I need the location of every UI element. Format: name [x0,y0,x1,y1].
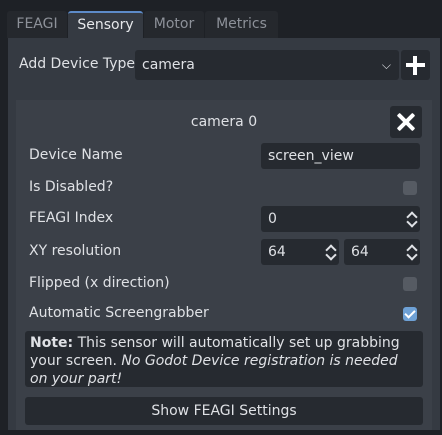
y-resolution-value: 64 [351,244,369,260]
note-bold-label: Note: [30,335,74,351]
sensory-panel: Add Device Type camera ⌵ camera 0 Device… [8,38,440,430]
spin-arrows-icon[interactable] [407,210,417,228]
add-device-button[interactable] [401,50,430,80]
remove-device-button[interactable] [390,106,422,138]
tab-feagi[interactable]: FEAGI [7,11,67,38]
is-disabled-label: Is Disabled? [29,179,114,195]
device-type-select[interactable]: camera ⌵ [135,50,399,80]
chevron-down-icon: ⌵ [381,58,391,72]
flipped-label: Flipped (x direction) [29,275,170,291]
feagi-index-stepper[interactable]: 0 [261,206,420,232]
add-device-type-label: Add Device Type [19,56,136,72]
xy-resolution-label: XY resolution [29,243,122,259]
device-name-field[interactable]: screen_view [261,143,420,169]
flipped-checkbox[interactable] [403,277,417,291]
tab-bar: FEAGI Sensory Motor Metrics [0,0,442,38]
tab-sensory[interactable]: Sensory [68,11,143,38]
auto-screengrabber-checkbox[interactable] [403,307,417,321]
show-feagi-settings-button[interactable]: Show FEAGI Settings [25,397,423,425]
spin-arrows-icon[interactable] [326,243,336,261]
feagi-index-label: FEAGI Index [29,210,114,226]
x-resolution-stepper[interactable]: 64 [261,239,339,265]
tab-motor[interactable]: Motor [144,11,204,38]
screengrabber-note: Note: This sensor will automatically set… [25,331,423,387]
tab-metrics[interactable]: Metrics [205,11,278,38]
device-card-title: camera 0 [190,114,258,130]
device-type-value: camera [142,57,195,73]
is-disabled-checkbox[interactable] [403,181,417,195]
auto-screengrabber-label: Automatic Screengrabber [29,305,209,321]
feagi-index-value: 0 [268,211,277,227]
device-name-label: Device Name [29,147,123,163]
y-resolution-stepper[interactable]: 64 [344,239,420,265]
x-resolution-value: 64 [268,244,286,260]
spin-arrows-icon[interactable] [407,243,417,261]
